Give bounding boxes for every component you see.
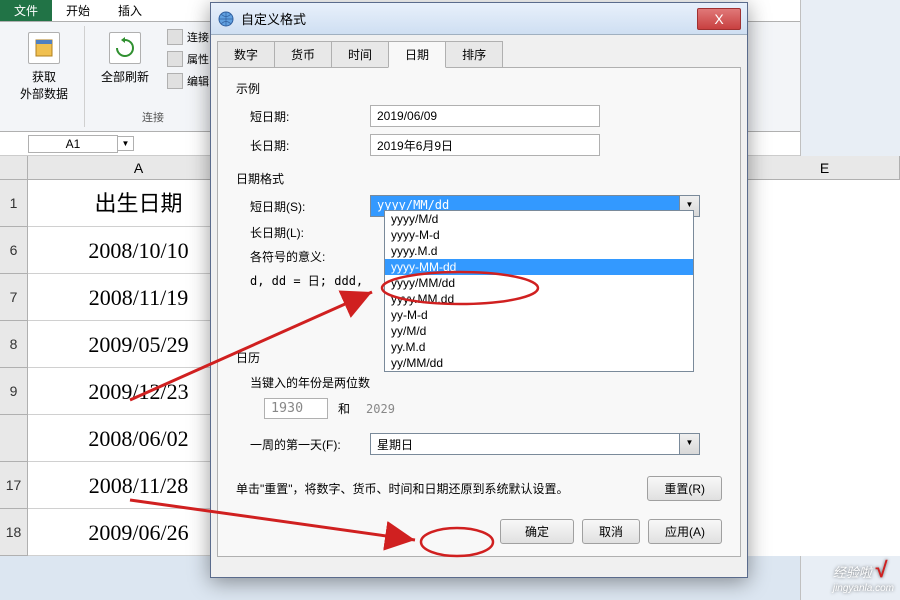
dropdown-item[interactable]: yy.M.d: [385, 339, 693, 355]
first-day-combo[interactable]: 星期日 ▼: [370, 433, 700, 455]
dialog-body: 示例 短日期: 长日期: 日期格式 短日期(S): yyyy/MM/dd ▼ 长…: [217, 67, 741, 557]
ribbon-group-connections: 全部刷新 连接 属性 编辑 连接: [85, 26, 222, 127]
first-day-label: 一周的第一天(F):: [250, 436, 370, 453]
connections-button[interactable]: 连接: [163, 28, 213, 46]
refresh-icon: [109, 32, 141, 64]
row-header[interactable]: 9: [0, 368, 28, 415]
ok-button[interactable]: 确定: [500, 519, 574, 544]
long-date-l-label: 长日期(L):: [250, 224, 370, 241]
edit-links-button[interactable]: 编辑: [163, 72, 213, 90]
dropdown-item[interactable]: yy-M-d: [385, 307, 693, 323]
link-icon: [167, 29, 183, 45]
short-date-s-label: 短日期(S):: [250, 198, 370, 215]
globe-icon: [217, 10, 235, 28]
year-inputs: 和 2029: [236, 398, 722, 419]
example-group: 示例 短日期: 长日期:: [236, 80, 722, 156]
row-header[interactable]: 6: [0, 227, 28, 274]
reset-note-row: 单击"重置"，将数字、货币、时间和日期还原到系统默认设置。 重置(R): [236, 476, 722, 501]
get-external-data-button[interactable]: 获取 外部数据: [12, 28, 76, 106]
properties-icon: [167, 51, 183, 67]
tab-home[interactable]: 开始: [52, 0, 104, 21]
edit-label: 编辑: [187, 73, 209, 89]
dropdown-item[interactable]: yyyy/MM/dd: [385, 275, 693, 291]
get-data-label: 获取 外部数据: [20, 68, 68, 102]
chevron-down-icon[interactable]: ▼: [680, 433, 700, 455]
date-format-title: 日期格式: [236, 170, 722, 187]
dropdown-item[interactable]: yyyy-M-d: [385, 227, 693, 243]
long-date-preview: [370, 134, 600, 156]
edit-icon: [167, 73, 183, 89]
conn-label: 连接: [187, 29, 209, 45]
short-date-dropdown-list[interactable]: yyyy/M/dyyyy-M-dyyyy.M.dyyyy-MM-ddyyyy/M…: [384, 210, 694, 372]
tab-time[interactable]: 时间: [331, 41, 389, 67]
tab-currency[interactable]: 货币: [274, 41, 332, 67]
reset-button[interactable]: 重置(R): [647, 476, 722, 501]
tab-sort[interactable]: 排序: [445, 41, 503, 67]
dropdown-item[interactable]: yy/M/d: [385, 323, 693, 339]
year-from-input[interactable]: [264, 398, 328, 419]
tab-insert[interactable]: 插入: [104, 0, 156, 21]
database-icon: [28, 32, 60, 64]
row-header[interactable]: 7: [0, 274, 28, 321]
group-connections-label: 连接: [142, 109, 164, 125]
close-button[interactable]: X: [697, 8, 741, 30]
example-title: 示例: [236, 80, 722, 97]
dialog-buttons: 确定 取消 应用(A): [236, 519, 722, 544]
cancel-button[interactable]: 取消: [582, 519, 640, 544]
dropdown-item[interactable]: yy/MM/dd: [385, 355, 693, 371]
row-header[interactable]: 8: [0, 321, 28, 368]
long-date-label: 长日期:: [250, 137, 370, 154]
symbol-meaning-label: 各符号的意义:: [250, 248, 370, 265]
dialog-footer: 单击"重置"，将数字、货币、时间和日期还原到系统默认设置。 重置(R) 确定 取…: [236, 476, 722, 544]
watermark-url: jingyanla.com: [833, 583, 894, 594]
select-all-corner[interactable]: [0, 156, 28, 179]
watermark-brand: 经验啦: [833, 565, 872, 580]
props-label: 属性: [187, 51, 209, 67]
ribbon-group-data: 获取 外部数据: [4, 26, 85, 127]
small-buttons: 连接 属性 编辑: [163, 28, 213, 90]
row-header[interactable]: 17: [0, 462, 28, 509]
apply-button[interactable]: 应用(A): [648, 519, 722, 544]
tab-date[interactable]: 日期: [388, 41, 446, 68]
tab-number[interactable]: 数字: [217, 41, 275, 67]
tab-file[interactable]: 文件: [0, 0, 52, 21]
check-icon: √: [875, 557, 887, 582]
dropdown-item[interactable]: yyyy.M.d: [385, 243, 693, 259]
dropdown-item[interactable]: yyyy.MM.dd: [385, 291, 693, 307]
two-digit-label: 当键入的年份是两位数: [250, 374, 370, 391]
custom-format-dialog: 自定义格式 X 数字 货币 时间 日期 排序 示例 短日期: 长日期: 日期格式…: [210, 2, 748, 578]
refresh-label: 全部刷新: [101, 68, 149, 85]
name-box-dropdown[interactable]: ▼: [118, 136, 134, 151]
row-header[interactable]: [0, 415, 28, 462]
dialog-tabs: 数字 货币 时间 日期 排序: [211, 35, 747, 67]
row-header[interactable]: 1: [0, 180, 28, 227]
dialog-title: 自定义格式: [241, 9, 697, 28]
year-to-value: 2029: [360, 400, 424, 418]
name-box[interactable]: [28, 135, 118, 153]
reset-note: 单击"重置"，将数字、货币、时间和日期还原到系统默认设置。: [236, 480, 637, 497]
short-date-preview: [370, 105, 600, 127]
dropdown-item[interactable]: yyyy/M/d: [385, 211, 693, 227]
symbol-line: d, dd = 日; ddd,: [250, 272, 363, 289]
dropdown-item[interactable]: yyyy-MM-dd: [385, 259, 693, 275]
short-date-label: 短日期:: [250, 108, 370, 125]
dialog-titlebar[interactable]: 自定义格式 X: [211, 3, 747, 35]
watermark: 经验啦 √ jingyanla.com: [833, 557, 894, 594]
row-header[interactable]: 18: [0, 509, 28, 556]
and-label: 和: [338, 400, 350, 417]
properties-button[interactable]: 属性: [163, 50, 213, 68]
refresh-all-button[interactable]: 全部刷新: [93, 28, 157, 90]
first-day-value[interactable]: 星期日: [370, 433, 680, 455]
